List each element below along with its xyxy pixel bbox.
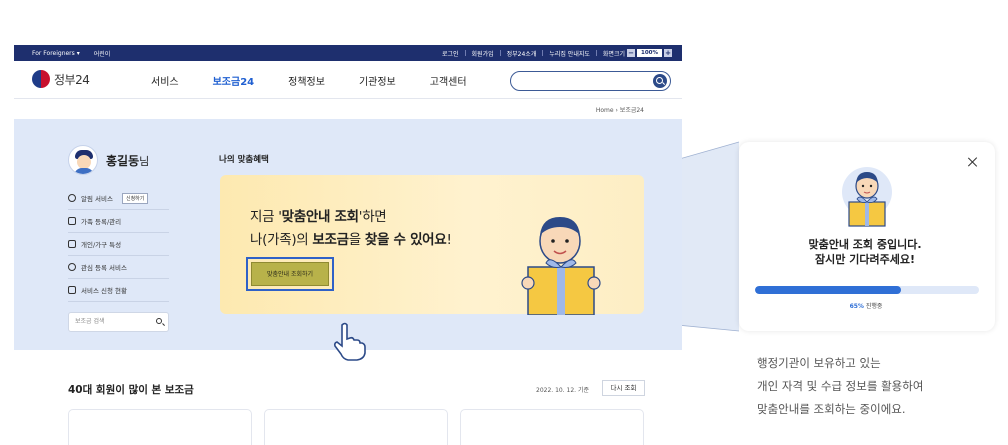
user-name: 홍길동님 xyxy=(106,153,150,168)
divider xyxy=(595,50,597,56)
about-link[interactable]: 정부24소개 xyxy=(507,49,537,58)
explanatory-caption: 행정기관이 보유하고 있는 개인 자격 및 수급 정보를 활용하여 맞춤안내를 … xyxy=(757,352,923,421)
sidebar-item-label: 알림 서비스 xyxy=(81,195,113,203)
sidebar-item-label: 관심 등록 서비스 xyxy=(81,264,127,272)
header-search-input[interactable] xyxy=(510,71,671,91)
divider xyxy=(499,50,501,56)
subsidy-card[interactable] xyxy=(460,409,644,445)
banner-line-1: 지금 '맞춤안내 조회'하면 xyxy=(250,209,387,225)
caption-line: 개인 자격 및 수급 정보를 활용하여 xyxy=(757,379,924,393)
nav-subsidy24[interactable]: 보조금24 xyxy=(213,73,255,88)
nav-agency-info[interactable]: 기관정보 xyxy=(359,73,396,88)
taegeuk-logo-icon xyxy=(32,70,50,88)
caption-line: 맞춤안내를 조회하는 중이에요. xyxy=(757,402,906,416)
divider xyxy=(464,50,466,56)
breadcrumb-separator: › xyxy=(615,107,618,114)
gov24-logo[interactable]: 정부24 xyxy=(32,70,90,88)
search-icon[interactable] xyxy=(156,318,162,324)
sidebar-item-family[interactable]: 가족 등록/관리 xyxy=(68,210,169,233)
logo-text: 정부24 xyxy=(54,72,90,87)
popular-subsidies-title: 40대 회원이 많이 본 보조금 xyxy=(68,384,194,396)
avatar xyxy=(68,145,98,175)
sitemap-link[interactable]: 누리집 안내지도 xyxy=(549,49,590,58)
kids-link[interactable]: 어린이 xyxy=(94,49,111,58)
user-profile: 홍길동님 xyxy=(68,145,149,175)
refresh-button[interactable]: 다시 조회 xyxy=(602,380,645,396)
for-foreigners-menu[interactable]: For Foreigners ▾ xyxy=(32,50,80,57)
benefit-banner: 지금 '맞춤안내 조회'하면 나(가족)의 보조금을 찾을 수 있어요! 맞춤안… xyxy=(220,175,644,315)
nav-services[interactable]: 서비스 xyxy=(151,73,179,88)
zoom-control: 화면크기 − 100% + xyxy=(603,49,672,58)
search-placeholder: 보조금 검색 xyxy=(75,318,105,325)
subsidy-main-band: 홍길동님 알림 서비스 신청하기 가족 등록/관리 개인/가구 특성 관심 등록… xyxy=(14,119,682,350)
lookup-status-message: 맞춤안내 조회 중입니다. 잠시만 기다려주세요! xyxy=(808,238,922,266)
sidebar-item-alert-service[interactable]: 알림 서비스 신청하기 xyxy=(68,187,169,210)
pointer-hand-icon xyxy=(333,322,366,361)
custom-guide-lookup-button[interactable]: 맞춤안내 조회하기 xyxy=(246,257,334,291)
caption-line: 행정기관이 보유하고 있는 xyxy=(757,356,881,370)
signup-link[interactable]: 회원가입 xyxy=(472,49,494,58)
sidebar-item-interest[interactable]: 관심 등록 서비스 xyxy=(68,256,169,279)
cta-label: 맞춤안내 조회하기 xyxy=(251,262,329,286)
zoom-out-button[interactable]: − xyxy=(627,49,635,57)
breadcrumb: Home › 보조금24 xyxy=(596,105,644,114)
progress-text: 65% 진행중 xyxy=(849,303,883,310)
sidebar-item-label: 개인/가구 특성 xyxy=(81,241,122,249)
site-header: 정부24 서비스 보조금24 정책정보 기관정보 고객센터 xyxy=(14,61,682,99)
zoom-label: 화면크기 xyxy=(602,50,625,58)
sidebar-item-application-status[interactable]: 서비스 신청 현황 xyxy=(68,279,169,302)
sidebar-item-label: 가족 등록/관리 xyxy=(81,218,122,226)
close-icon[interactable] xyxy=(968,157,978,167)
bell-icon xyxy=(68,194,76,202)
breadcrumb-current: 보조금24 xyxy=(619,107,644,114)
my-benefits-title: 나의 맞춤혜택 xyxy=(219,155,269,165)
sidebar-item-label: 서비스 신청 현황 xyxy=(81,287,127,295)
search-icon[interactable] xyxy=(653,74,667,88)
subsidy-card[interactable] xyxy=(68,409,252,445)
gift-character-illustration xyxy=(521,217,601,315)
main-nav: 서비스 보조금24 정책정보 기관정보 고객센터 xyxy=(151,61,467,99)
progress-bar xyxy=(755,286,979,294)
building-icon xyxy=(68,240,76,248)
divider xyxy=(542,50,544,56)
pencil-icon xyxy=(68,217,76,225)
sidebar-menu: 알림 서비스 신청하기 가족 등록/관리 개인/가구 특성 관심 등록 서비스 … xyxy=(68,187,169,302)
subsidy-card[interactable] xyxy=(264,409,448,445)
zoom-value: 100% xyxy=(637,49,662,57)
banner-line-2: 나(가족)의 보조금을 찾을 수 있어요! xyxy=(250,232,452,248)
heart-icon xyxy=(68,263,76,271)
checklist-icon xyxy=(68,286,76,294)
nav-policy-info[interactable]: 정책정보 xyxy=(288,73,325,88)
subsidy-search-input[interactable]: 보조금 검색 xyxy=(68,312,169,332)
login-link[interactable]: 로그인 xyxy=(442,49,459,58)
utility-bar: For Foreigners ▾ 어린이 로그인 회원가입 정부24소개 누리집… xyxy=(14,45,682,61)
gov24-site-screenshot: For Foreigners ▾ 어린이 로그인 회원가입 정부24소개 누리집… xyxy=(14,45,682,445)
sidebar-item-household[interactable]: 개인/가구 특성 xyxy=(68,233,169,256)
breadcrumb-home[interactable]: Home xyxy=(596,107,614,114)
gift-character-illustration xyxy=(842,167,892,227)
lookup-progress-popup: 맞춤안내 조회 중입니다. 잠시만 기다려주세요! 65% 진행중 xyxy=(739,142,995,331)
zoom-in-button[interactable]: + xyxy=(664,49,672,57)
nav-customer-center[interactable]: 고객센터 xyxy=(430,73,467,88)
apply-chip-button[interactable]: 신청하기 xyxy=(121,192,149,204)
progress-fill xyxy=(755,286,901,294)
popular-date: 2022. 10. 12. 기준 xyxy=(536,387,590,394)
